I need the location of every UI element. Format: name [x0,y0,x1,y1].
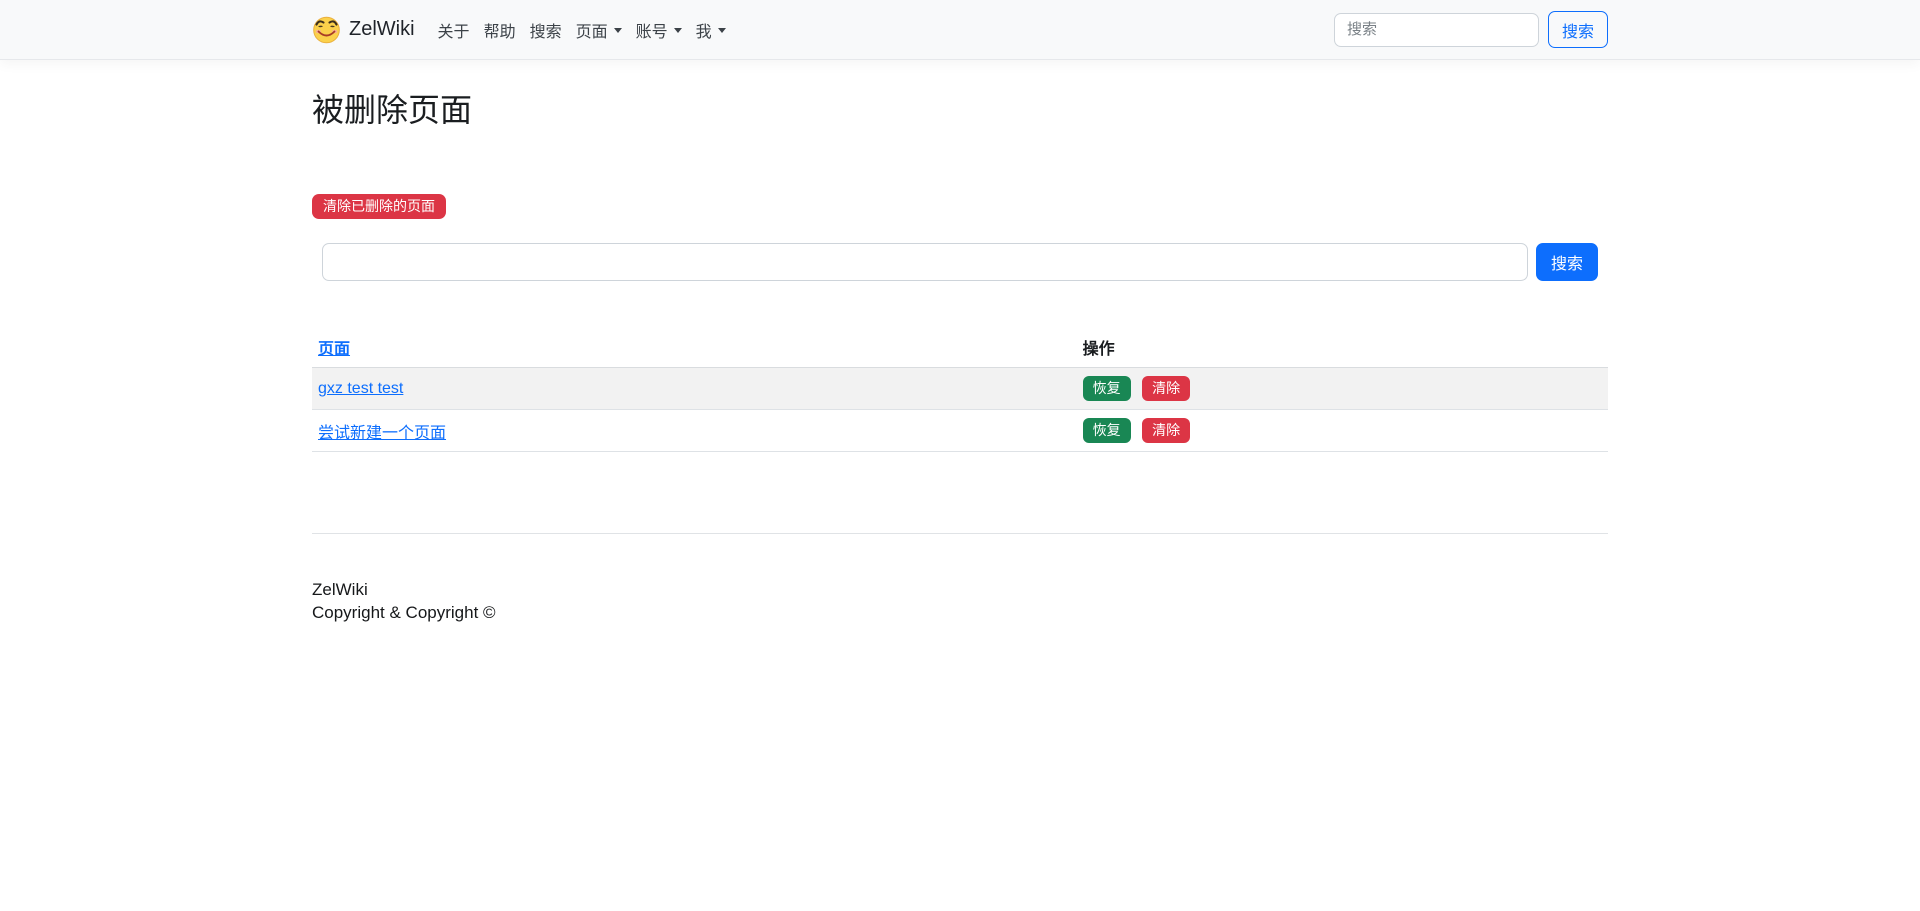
nav-item-about[interactable]: 关于 [431,10,477,50]
nav-item-search[interactable]: 搜索 [523,10,569,50]
page-link[interactable]: 尝试新建一个页面 [318,425,446,442]
purge-deleted-pages-button[interactable]: 清除已删除的页面 [312,194,446,219]
restore-button[interactable]: 恢复 [1083,418,1131,443]
column-header-page-link[interactable]: 页面 [318,341,350,358]
nav-item-help[interactable]: 帮助 [477,10,523,50]
navbar-search-form: 搜索 [1334,11,1608,48]
page-link[interactable]: gxz test test [318,380,403,397]
chevron-down-icon [614,28,622,33]
navbar-search-input[interactable] [1334,13,1539,47]
table-header-row: 页面 操作 [312,327,1608,368]
main-content: 被删除页面 清除已删除的页面 搜索 页面 操作 gxz test test 恢复 [312,60,1608,534]
brand-link[interactable]: ZelWiki [312,15,415,44]
page-title: 被删除页面 [312,85,1608,131]
main-nav: 关于 帮助 搜索 页面 账号 我 [431,10,733,50]
chevron-down-icon [718,28,726,33]
nav-dropdown-me[interactable]: 我 [689,10,733,50]
nav-dropdown-account[interactable]: 账号 [629,10,689,50]
page-filter-form: 搜索 [312,243,1608,281]
deleted-pages-table: 页面 操作 gxz test test 恢复 清除 尝试新建一个页面 [312,327,1608,452]
page-footer: ZelWiki Copyright & Copyright © [0,534,1920,624]
brand-text: ZelWiki [349,18,415,41]
chevron-down-icon [674,28,682,33]
filter-search-input[interactable] [322,243,1528,281]
footer-copyright: Copyright & Copyright © [312,601,1608,624]
smirking-face-emoji-icon [312,15,341,44]
column-header-actions: 操作 [1077,327,1608,368]
top-navbar: ZelWiki 关于 帮助 搜索 页面 账号 我 搜索 [0,0,1920,60]
column-header-page: 页面 [312,327,1077,368]
purge-button[interactable]: 清除 [1142,376,1190,401]
footer-brand: ZelWiki [312,578,1608,601]
purge-button[interactable]: 清除 [1142,418,1190,443]
navbar-search-button[interactable]: 搜索 [1548,11,1608,48]
table-row: 尝试新建一个页面 恢复 清除 [312,410,1608,452]
nav-dropdown-pages[interactable]: 页面 [569,10,629,50]
filter-search-button[interactable]: 搜索 [1536,243,1598,281]
table-row: gxz test test 恢复 清除 [312,368,1608,410]
restore-button[interactable]: 恢复 [1083,376,1131,401]
